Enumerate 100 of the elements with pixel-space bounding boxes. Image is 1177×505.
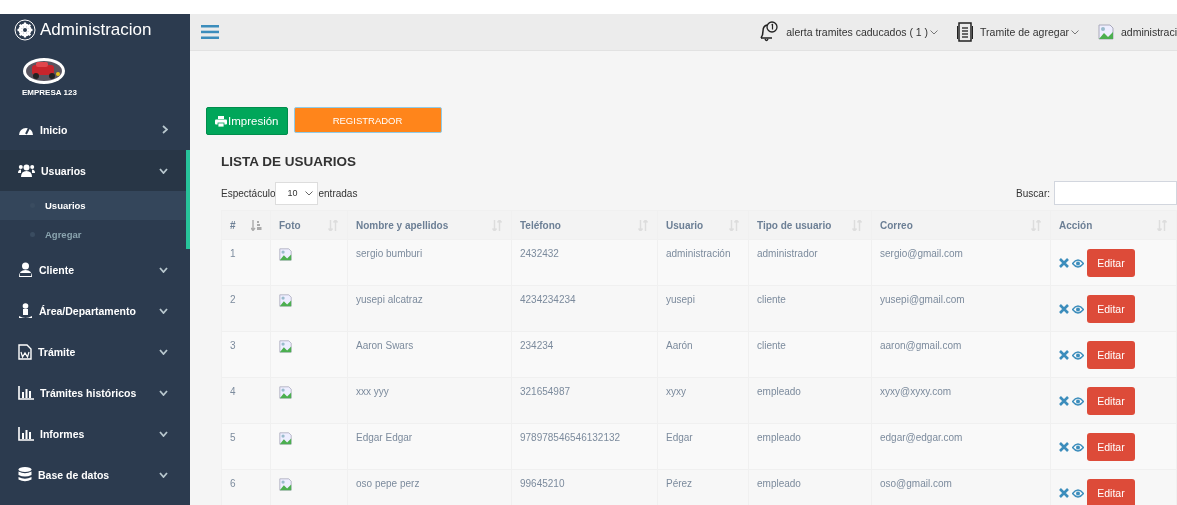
eye-icon[interactable]: [1072, 488, 1084, 498]
table-cell: oso pepe perz: [356, 478, 420, 489]
user-menu[interactable]: administraci: [1120, 26, 1177, 38]
table-cell: 6: [230, 478, 236, 489]
table-cell: cliente: [757, 340, 786, 351]
table-cell: Edgar: [666, 432, 693, 443]
table-cell: 3: [230, 340, 236, 351]
submenu-item[interactable]: Usuarios: [0, 191, 186, 220]
column-header[interactable]: Usuario: [657, 210, 749, 240]
table-cell: sergio bumburi: [356, 248, 423, 259]
broken-image-icon: [279, 478, 292, 491]
document-icon: [18, 343, 32, 360]
column-header[interactable]: Nombre y apellidos: [347, 210, 512, 240]
edit-button[interactable]: Editar: [1087, 387, 1135, 415]
users-icon: [18, 164, 35, 177]
broken-image-icon: [279, 294, 292, 307]
column-header[interactable]: Correo: [871, 210, 1051, 240]
caret-icon: [930, 29, 939, 35]
chevron-down-icon: [159, 430, 168, 437]
menu-icon[interactable]: [201, 25, 219, 39]
chevron-down-icon: [159, 167, 168, 174]
table-cell: aaron@gmail.com: [880, 340, 962, 351]
length-label: Espectáculo: [221, 187, 276, 199]
register-button[interactable]: REGISTRADOR: [293, 107, 442, 133]
edit-button[interactable]: Editar: [1087, 433, 1135, 461]
edit-button[interactable]: Editar: [1087, 341, 1135, 369]
delete-icon[interactable]: [1059, 396, 1069, 406]
edit-button[interactable]: Editar: [1087, 295, 1135, 323]
table-cell: administración: [666, 248, 731, 259]
chevron-down-icon: [159, 389, 168, 396]
print-button[interactable]: Impresión: [206, 107, 288, 135]
column-header[interactable]: #: [221, 210, 271, 240]
chevron-right-icon: [162, 125, 168, 134]
sort-descending-icon: [251, 219, 262, 231]
table-cell: yusepi alcatraz: [356, 294, 423, 305]
table-cell: empleado: [757, 432, 801, 443]
sidebar-item[interactable]: Trámite: [0, 331, 190, 372]
column-header[interactable]: Teléfono: [511, 210, 658, 240]
search-field[interactable]: [1054, 181, 1177, 205]
eye-icon[interactable]: [1072, 442, 1084, 452]
table-cell: xyxy@xyxy.com: [880, 386, 952, 397]
table-cell: yusepi: [666, 294, 695, 305]
sidebar-item[interactable]: Trámites históricos: [0, 372, 190, 413]
submenu-item[interactable]: Agregar: [0, 220, 186, 249]
table-cell: 2: [230, 294, 236, 305]
delete-icon[interactable]: [1059, 442, 1069, 452]
table-cell: 234234: [520, 340, 554, 351]
sidebar-item[interactable]: Base de datos: [0, 454, 190, 495]
broken-image-icon: [279, 340, 292, 353]
edit-button[interactable]: Editar: [1087, 479, 1135, 505]
table-cell: 5: [230, 432, 236, 443]
table-cell: empleado: [757, 386, 801, 397]
chevron-down-icon: [159, 307, 168, 314]
table-cell: sergio@gmail.com: [880, 248, 963, 259]
edit-button[interactable]: Editar: [1087, 249, 1135, 277]
section-title: LISTA DE USUARIOS: [221, 154, 357, 169]
length-label: entradas: [318, 187, 358, 199]
bar-chart-icon: [18, 385, 34, 400]
brand-name: EMPRESA 123: [22, 88, 78, 97]
tasks-menu[interactable]: Tramite de agregar: [980, 26, 1079, 38]
table-cell: Pérez: [666, 478, 693, 489]
delete-icon[interactable]: [1059, 258, 1069, 268]
database-icon: [18, 467, 32, 482]
broken-image-icon: [1097, 24, 1114, 40]
document-icon[interactable]: [957, 22, 974, 42]
sidebar-item[interactable]: Inicio: [0, 109, 190, 150]
bell-icon[interactable]: [757, 21, 780, 43]
table-cell: Aaron Swars: [356, 340, 414, 351]
table-cell: yusepi@gmail.com: [880, 294, 965, 305]
eye-icon[interactable]: [1072, 258, 1084, 268]
table-cell: cliente: [757, 294, 786, 305]
chevron-down-icon: [159, 348, 168, 355]
sidebar-item[interactable]: Informes: [0, 413, 190, 454]
sidebar-item[interactable]: Área/Departamento: [0, 290, 190, 331]
sidebar-item[interactable]: Cliente: [0, 249, 190, 290]
table-cell: 4: [230, 386, 236, 397]
delete-icon[interactable]: [1059, 350, 1069, 360]
column-header[interactable]: Foto: [270, 210, 348, 240]
app-title: Administracion: [40, 19, 152, 40]
delete-icon[interactable]: [1059, 488, 1069, 498]
bar-chart-icon: [18, 426, 34, 441]
person-icon: [18, 302, 33, 319]
column-header[interactable]: Acción: [1050, 210, 1177, 240]
search-label: Buscar:: [1016, 187, 1050, 199]
alerts-menu[interactable]: alerta tramites caducados ( 1 ): [786, 26, 939, 38]
broken-image-icon: [279, 248, 292, 261]
entries-select[interactable]: 10: [275, 181, 319, 205]
table-cell: 978978546546132132: [520, 432, 621, 443]
table-cell: xxx yyy: [356, 386, 389, 397]
delete-icon[interactable]: [1059, 304, 1069, 314]
table-cell: empleado: [757, 478, 801, 489]
table-cell: administrador: [757, 248, 818, 259]
eye-icon[interactable]: [1072, 350, 1084, 360]
table-cell: 2432432: [520, 248, 559, 259]
column-header[interactable]: Tipo de usuario: [748, 210, 872, 240]
caret-icon: [305, 190, 314, 196]
eye-icon[interactable]: [1072, 304, 1084, 314]
sidebar-item[interactable]: Usuarios: [0, 150, 190, 191]
eye-icon[interactable]: [1072, 396, 1084, 406]
broken-image-icon: [279, 432, 292, 445]
